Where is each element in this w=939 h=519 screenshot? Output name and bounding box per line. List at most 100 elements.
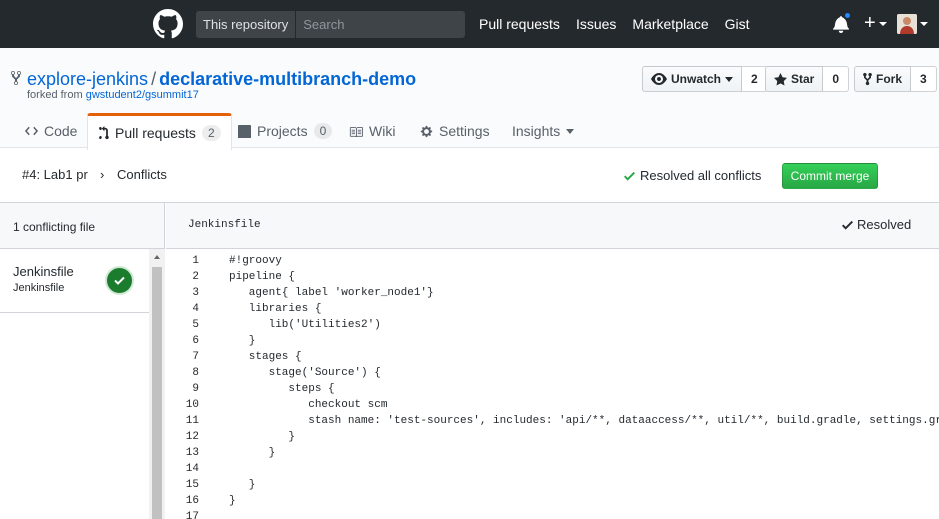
breadcrumb-current: Conflicts: [117, 167, 167, 182]
repo-name-link[interactable]: declarative-multibranch-demo: [159, 69, 416, 89]
fork-count[interactable]: 3: [911, 66, 937, 92]
scrollbar-thumb[interactable]: [152, 267, 162, 519]
tab-wiki[interactable]: Wiki: [339, 113, 405, 149]
file-resolved-status: Resolved: [842, 217, 911, 232]
nav-pull-requests[interactable]: Pull requests: [479, 15, 560, 33]
repo-tabs: Code Pull requests 2 Projects 0 Wiki Set…: [0, 113, 939, 150]
code-line[interactable]: 4 libraries {: [166, 301, 939, 317]
line-text: lib('Utilities2'): [229, 319, 381, 331]
code-line[interactable]: 17: [166, 509, 939, 519]
code-line[interactable]: 15 }: [166, 477, 939, 493]
line-text: stage('Source') {: [229, 367, 381, 379]
line-text: }: [229, 479, 256, 491]
tab-wiki-label: Wiki: [369, 123, 396, 139]
code-line[interactable]: 3 agent{ label 'worker_node1'}: [166, 285, 939, 301]
code-line[interactable]: 2 pipeline {: [166, 269, 939, 285]
line-number: 10: [185, 399, 199, 411]
scope-label: This repository: [196, 11, 297, 38]
tab-projects[interactable]: Projects 0: [228, 113, 342, 149]
code-line[interactable]: 14: [166, 461, 939, 477]
resolved-all-label: Resolved all conflicts: [640, 168, 762, 183]
repo-owner-link[interactable]: explore-jenkins: [27, 69, 148, 89]
nav-gist[interactable]: Gist: [725, 15, 750, 33]
nav-marketplace[interactable]: Marketplace: [632, 15, 708, 33]
line-number: 7: [192, 351, 199, 363]
star-count[interactable]: 0: [823, 66, 850, 92]
projects-counter: 0: [313, 123, 333, 139]
unwatch-button[interactable]: Unwatch: [642, 66, 743, 92]
pull-request-icon: [99, 126, 109, 140]
line-text: }: [229, 495, 236, 507]
code-line[interactable]: 16}: [166, 493, 939, 509]
header-nav: Pull requests Issues Marketplace Gist: [479, 15, 750, 33]
create-new-plus-icon[interactable]: +: [864, 13, 876, 33]
project-icon: [238, 124, 251, 138]
tab-settings-label: Settings: [439, 123, 490, 139]
resolved-all-status: Resolved all conflicts: [624, 168, 761, 183]
line-number: 6: [192, 335, 199, 347]
commit-merge-button[interactable]: Commit merge: [782, 163, 878, 189]
tab-settings[interactable]: Settings: [410, 113, 500, 149]
line-text: }: [229, 335, 256, 347]
tab-pull-requests[interactable]: Pull requests 2: [87, 113, 232, 150]
editor-file-name: Jenkinsfile: [188, 219, 261, 231]
line-number: 11: [185, 415, 199, 427]
watch-count[interactable]: 2: [742, 66, 768, 92]
line-number: 14: [185, 463, 199, 475]
line-number: 13: [185, 447, 199, 459]
line-number: 3: [192, 287, 199, 299]
code-line[interactable]: 11 stash name: 'test-sources', includes:…: [166, 413, 939, 429]
star-icon: [774, 72, 787, 86]
tab-insights[interactable]: Insights: [502, 113, 584, 149]
check-icon: [624, 171, 635, 181]
line-number: 9: [192, 383, 199, 395]
global-header: This repository Pull requests Issues Mar…: [0, 0, 939, 48]
code-line[interactable]: 12 }: [166, 429, 939, 445]
breadcrumb-pr-link[interactable]: #4: Lab1 pr: [22, 167, 88, 182]
code-icon: [25, 126, 38, 136]
fork-button[interactable]: Fork: [854, 66, 912, 92]
tab-code[interactable]: Code: [15, 113, 87, 149]
star-button[interactable]: Star: [765, 66, 824, 92]
file-list: Jenkinsfile Jenkinsfile: [0, 249, 165, 519]
forked-source-link[interactable]: gwstudent2/gsummit17: [86, 89, 199, 101]
code-line[interactable]: 6 }: [166, 333, 939, 349]
gear-icon: [420, 125, 433, 137]
user-caret-icon: [920, 22, 928, 26]
line-text: }: [229, 447, 276, 459]
fork-label: Fork: [876, 72, 903, 86]
line-number: 1: [192, 255, 199, 267]
file-list-item[interactable]: Jenkinsfile Jenkinsfile: [0, 249, 149, 313]
create-caret-icon: [879, 22, 887, 26]
code-line[interactable]: 7 stages {: [166, 349, 939, 365]
badge-check-icon: [114, 276, 125, 285]
nav-issues[interactable]: Issues: [576, 15, 616, 33]
line-text: libraries {: [229, 303, 322, 315]
github-logo-icon[interactable]: [153, 9, 183, 39]
tab-projects-label: Projects: [257, 123, 308, 139]
file-list-scrollbar[interactable]: [149, 249, 165, 519]
scroll-up-arrow-icon[interactable]: [154, 255, 160, 259]
code-line[interactable]: 10 checkout scm: [166, 397, 939, 413]
code-line[interactable]: 13 }: [166, 445, 939, 461]
tab-pull-requests-label: Pull requests: [115, 125, 196, 141]
line-text: #!groovy: [229, 255, 282, 267]
code-line[interactable]: 9 steps {: [166, 381, 939, 397]
repo-forked-icon: [11, 70, 21, 86]
tab-insights-label: Insights: [512, 123, 561, 139]
search-input[interactable]: [296, 11, 465, 38]
watch-group: Unwatch 2: [642, 66, 768, 92]
fork-icon: [863, 72, 872, 86]
unread-indicator-icon: [843, 11, 852, 20]
line-number: 2: [192, 271, 199, 283]
user-avatar[interactable]: [897, 14, 917, 34]
code-line[interactable]: 8 stage('Source') {: [166, 365, 939, 381]
conflicting-file-count: 1 conflicting file: [0, 203, 165, 249]
pull-requests-counter: 2: [201, 125, 221, 141]
code-line[interactable]: 1 #!groovy: [166, 253, 939, 269]
forked-prefix: forked from: [27, 89, 83, 101]
search-scope: This repository: [196, 11, 465, 38]
code-editor[interactable]: 1 #!groovy 2 pipeline { 3 agent{ label 'work…: [166, 249, 939, 519]
code-line[interactable]: 5 lib('Utilities2'): [166, 317, 939, 333]
line-text: pipeline {: [229, 271, 296, 283]
